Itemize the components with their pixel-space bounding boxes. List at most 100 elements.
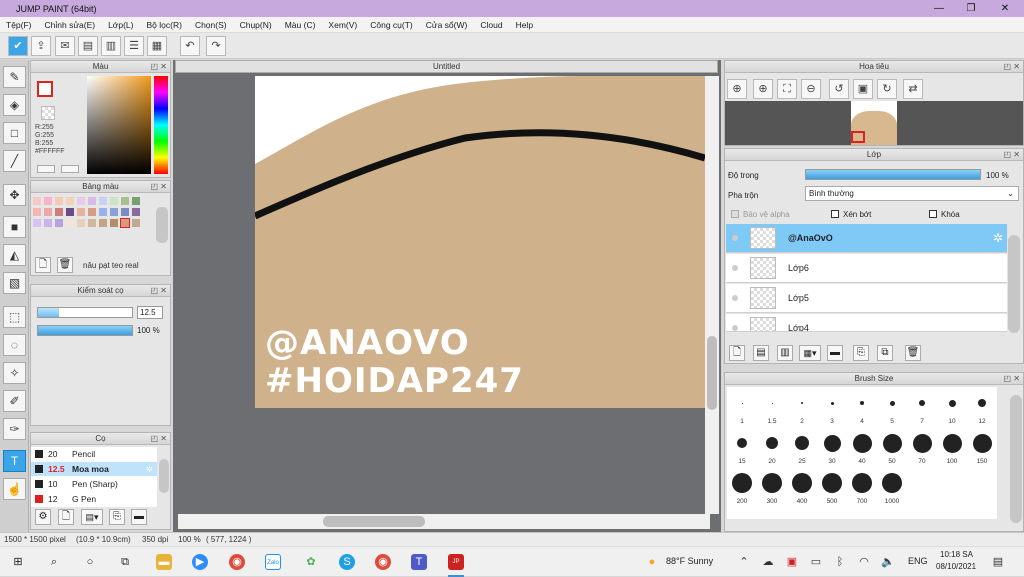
new-layer-icon[interactable]: 🗋: [729, 345, 745, 361]
eraser-tool-icon[interactable]: ◈: [3, 94, 26, 116]
layer-row[interactable]: Lớp5: [726, 284, 1007, 313]
comment-icon[interactable]: ▤: [78, 36, 98, 56]
brush-size-cell[interactable]: 400: [787, 467, 817, 507]
brush-tool-icon[interactable]: ✎: [3, 66, 26, 88]
swatch-grid[interactable]: [33, 197, 153, 241]
rotate-left-icon[interactable]: ↺: [829, 79, 849, 99]
layer-scrollbar[interactable]: [1008, 235, 1020, 333]
teams-icon[interactable]: T: [411, 554, 427, 570]
brush-size-cell[interactable]: 2: [787, 387, 817, 427]
clock-time[interactable]: 10:18 SA: [940, 550, 973, 559]
magic-wand-tool-icon[interactable]: ✧: [3, 362, 26, 384]
volume-icon[interactable]: 🔈: [880, 554, 896, 570]
new-layer-8bit-icon[interactable]: ▤: [753, 345, 769, 361]
select-rect-tool-icon[interactable]: ⬚: [3, 306, 26, 328]
brush-menu-icon[interactable]: ▤▾: [81, 509, 103, 525]
color-swatch[interactable]: [121, 208, 129, 216]
jumppaint-icon[interactable]: JP: [448, 554, 464, 570]
color-swatch[interactable]: [77, 219, 85, 227]
bluetooth-icon[interactable]: ᛒ: [832, 554, 848, 570]
brush-size-cell[interactable]: 40: [847, 427, 877, 467]
panel-close-icon[interactable]: ◰ ✕: [1004, 373, 1020, 385]
menu-select[interactable]: Chọn(S): [195, 20, 227, 30]
zoom-icon[interactable]: ▶: [192, 554, 208, 570]
brush-size-scrollbar[interactable]: [1010, 395, 1022, 523]
size-value[interactable]: 12.5: [137, 306, 163, 319]
canvas-tab[interactable]: Untitled: [175, 60, 718, 73]
delete-layer-icon[interactable]: 🗑: [905, 345, 921, 361]
color-swatch[interactable]: [33, 208, 41, 216]
close-button[interactable]: ✕: [990, 0, 1020, 17]
color-swatch[interactable]: [110, 197, 118, 205]
menu-layer[interactable]: Lớp(L): [108, 20, 133, 30]
brush-size-cell[interactable]: 300: [757, 467, 787, 507]
select-eraser-tool-icon[interactable]: ✑: [3, 418, 26, 440]
fill-rect-tool-icon[interactable]: ■: [3, 216, 26, 238]
layer-row[interactable]: Lớp4: [726, 314, 1007, 332]
visibility-icon[interactable]: [732, 325, 738, 331]
zoom-in-icon[interactable]: ⊕: [727, 79, 747, 99]
blend-mode-select[interactable]: Bình thường ⌄: [805, 186, 1019, 201]
size-slider[interactable]: [37, 307, 133, 318]
panel-close-icon[interactable]: ◰ ✕: [151, 433, 167, 445]
brush-size-cell[interactable]: 1.5: [757, 387, 787, 427]
menu-help[interactable]: Help: [516, 20, 533, 30]
drawing-canvas[interactable]: @ANAOVO #HOIDAP247: [255, 76, 705, 408]
brush-size-cell[interactable]: 15: [727, 427, 757, 467]
brush-size-grid[interactable]: 1 1.5 2 3 4 5 7 10 12 15 20 25 30 40 50 70 100 150 200 300 4…: [727, 387, 997, 519]
color-swatch[interactable]: [88, 219, 96, 227]
canvas-vertical-scrollbar[interactable]: [705, 76, 719, 514]
text-tool-icon[interactable]: T: [3, 450, 26, 472]
brush-size-cell[interactable]: 25: [787, 427, 817, 467]
layer-row[interactable]: Lớp6: [726, 254, 1007, 283]
opacity-slider[interactable]: [37, 325, 133, 336]
layer-menu-icon[interactable]: ▦▾: [799, 345, 821, 361]
panel-close-icon[interactable]: ◰ ✕: [1004, 149, 1020, 161]
hue-slider[interactable]: [154, 76, 168, 174]
visibility-icon[interactable]: [732, 295, 738, 301]
menu-tools[interactable]: Công cụ(T): [370, 20, 413, 30]
menu-filter[interactable]: Bộ lọc(R): [147, 20, 182, 30]
color-swatch[interactable]: [110, 208, 118, 216]
chevron-up-icon[interactable]: ⌃: [736, 554, 752, 570]
brush-size-cell[interactable]: 4: [847, 387, 877, 427]
folder-icon[interactable]: ▬: [131, 509, 147, 525]
color-swatch[interactable]: [99, 197, 107, 205]
brush-list[interactable]: 20 Pencil 12.5 Moa moa ✲ 10 Pen (Sharp) 12 G Pen: [31, 447, 157, 507]
undo-icon[interactable]: ↶: [180, 36, 200, 56]
file-explorer-icon[interactable]: ▬: [156, 554, 172, 570]
line-tool-icon[interactable]: ╱: [3, 150, 26, 172]
menu-cloud[interactable]: Cloud: [480, 20, 502, 30]
new-layer-1bit-icon[interactable]: ▥: [777, 345, 793, 361]
cortana-icon[interactable]: ○: [82, 554, 98, 570]
cloud-icon[interactable]: ☁: [760, 554, 776, 570]
zoom-plus-icon[interactable]: ⊕: [753, 79, 773, 99]
color-swatch[interactable]: [132, 197, 140, 205]
color-swatch[interactable]: [44, 208, 52, 216]
export-icon[interactable]: ⇪: [31, 36, 51, 56]
primary-color-swatch[interactable]: [37, 81, 53, 97]
chrome-2-icon[interactable]: ◉: [375, 554, 391, 570]
maximize-button[interactable]: ❐: [956, 0, 986, 17]
task-view-icon[interactable]: ⧉: [117, 554, 133, 570]
panel-close-icon[interactable]: ◰ ✕: [151, 285, 167, 297]
brush-size-cell[interactable]: 100: [937, 427, 967, 467]
brush-size-cell[interactable]: 500: [817, 467, 847, 507]
layer-row[interactable]: @AnaOvO ✲: [726, 224, 1007, 253]
wifi-icon[interactable]: ◠: [856, 554, 872, 570]
panel-close-icon[interactable]: ◰ ✕: [151, 61, 167, 73]
brush-size-cell[interactable]: 10: [937, 387, 967, 427]
clip-checkbox[interactable]: [831, 210, 839, 218]
rotate-right-icon[interactable]: ↻: [877, 79, 897, 99]
color-swatch[interactable]: [77, 208, 85, 216]
hand-tool-icon[interactable]: ☝: [3, 478, 26, 500]
notifications-icon[interactable]: ▤: [990, 554, 1006, 570]
minimize-button[interactable]: —: [924, 0, 954, 17]
brush-size-cell[interactable]: 3: [817, 387, 847, 427]
brush-size-cell[interactable]: 20: [757, 427, 787, 467]
layer-opacity-slider[interactable]: [805, 169, 981, 180]
navigator-thumbnail[interactable]: [851, 101, 897, 145]
brush-size-cell[interactable]: 30: [817, 427, 847, 467]
brush-size-cell[interactable]: 5: [877, 387, 907, 427]
protect-alpha-checkbox[interactable]: [731, 210, 739, 218]
